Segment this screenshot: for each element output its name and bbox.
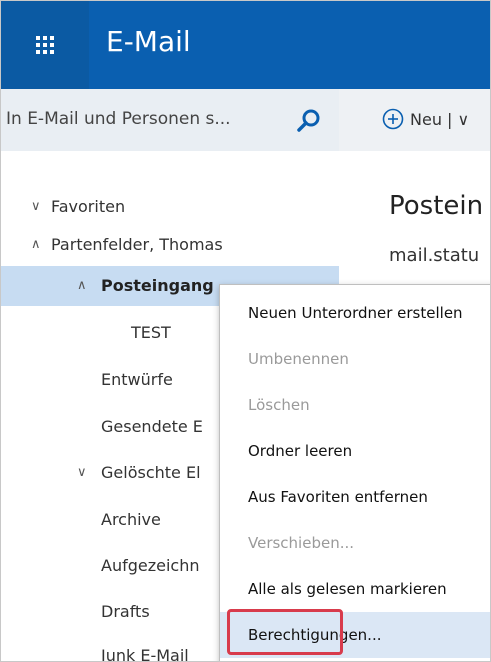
search-icon[interactable] bbox=[295, 107, 323, 135]
folder-label: Partenfelder, Thomas bbox=[51, 235, 223, 254]
menu-item-remove-favorite[interactable]: Aus Favoriten entfernen bbox=[220, 474, 490, 520]
highlight-box bbox=[227, 609, 343, 655]
folder-label: Favoriten bbox=[51, 197, 126, 216]
menu-item-label: Verschieben... bbox=[248, 534, 355, 552]
folder-label: Posteingang bbox=[101, 276, 214, 295]
menu-item-label: Neuen Unterordner erstellen bbox=[248, 304, 463, 322]
folder-label: Drafts bbox=[101, 602, 150, 621]
menu-item-label: Aus Favoriten entfernen bbox=[248, 488, 428, 506]
status-text: mail.statu bbox=[389, 245, 480, 266]
search-box[interactable]: In E-Mail und Personen s... bbox=[1, 89, 339, 151]
context-menu: Neuen Unterordner erstellen Umbenennen L… bbox=[219, 284, 490, 661]
folder-label: Archive bbox=[101, 510, 161, 529]
folder-label: Junk E-Mail bbox=[101, 646, 189, 662]
app-frame: E-Mail In E-Mail und Personen s... ∨ Fav… bbox=[0, 0, 491, 662]
chevron-up-icon[interactable]: ∧ bbox=[77, 278, 91, 293]
menu-item-rename: Umbenennen bbox=[220, 336, 490, 382]
chevron-down-icon[interactable]: ∨ bbox=[77, 465, 91, 480]
waffle-icon bbox=[36, 36, 54, 54]
app-title: E-Mail bbox=[106, 25, 191, 58]
folder-title: Postein bbox=[389, 191, 484, 221]
new-button[interactable]: Neu | ∨ bbox=[410, 110, 469, 129]
menu-item-label: Ordner leeren bbox=[248, 442, 353, 460]
menu-item-empty-folder[interactable]: Ordner leeren bbox=[220, 428, 490, 474]
command-bar: Neu | ∨ bbox=[339, 89, 490, 151]
chevron-up-icon[interactable]: ∧ bbox=[31, 237, 45, 252]
menu-item-mark-all-read[interactable]: Alle als gelesen markieren bbox=[220, 566, 490, 612]
add-icon[interactable] bbox=[382, 108, 404, 130]
folder-label: Entwürfe bbox=[101, 370, 173, 389]
menu-item-new-subfolder[interactable]: Neuen Unterordner erstellen bbox=[220, 290, 490, 336]
folder-label: TEST bbox=[131, 323, 171, 342]
menu-item-label: Löschen bbox=[248, 396, 310, 414]
folder-favoriten[interactable]: ∨ Favoriten bbox=[1, 187, 339, 227]
menu-item-label: Umbenennen bbox=[248, 350, 349, 368]
search-input[interactable]: In E-Mail und Personen s... bbox=[6, 109, 231, 129]
folder-account[interactable]: ∧ Partenfelder, Thomas bbox=[1, 225, 339, 265]
folder-label: Aufgezeichn bbox=[101, 556, 200, 575]
top-bar: E-Mail bbox=[1, 1, 490, 89]
folder-label: Gesendete E bbox=[101, 417, 203, 436]
menu-item-label: Alle als gelesen markieren bbox=[248, 580, 447, 598]
app-launcher-button[interactable] bbox=[1, 1, 89, 89]
chevron-down-icon[interactable]: ∨ bbox=[31, 199, 45, 214]
menu-item-delete: Löschen bbox=[220, 382, 490, 428]
folder-label: Gelöschte El bbox=[101, 463, 201, 482]
menu-item-move: Verschieben... bbox=[220, 520, 490, 566]
